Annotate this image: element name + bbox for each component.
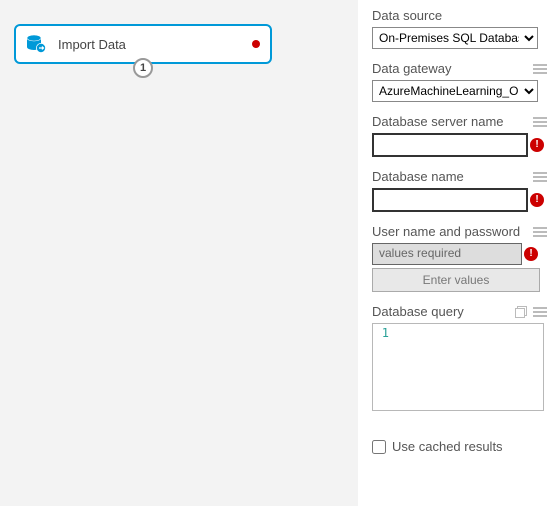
query-text[interactable] xyxy=(393,324,543,410)
field-data-gateway: Data gateway AzureMachineLearning_On xyxy=(372,61,547,102)
field-cached: Use cached results xyxy=(372,439,547,454)
line-number: 1 xyxy=(373,324,393,410)
popout-icon[interactable] xyxy=(515,306,527,318)
label-db-name: Database name xyxy=(372,169,464,184)
input-db-name[interactable] xyxy=(372,188,528,212)
database-import-icon xyxy=(24,32,48,56)
properties-panel: Data source On-Premises SQL Database Dat… xyxy=(358,0,559,506)
label-data-gateway: Data gateway xyxy=(372,61,452,76)
select-data-gateway[interactable]: AzureMachineLearning_On xyxy=(372,80,538,102)
credentials-status: values required xyxy=(372,243,522,265)
module-output-port[interactable]: 1 xyxy=(133,58,153,78)
enter-values-button[interactable]: Enter values xyxy=(372,268,540,292)
select-data-source[interactable]: On-Premises SQL Database xyxy=(372,27,538,49)
label-query: Database query xyxy=(372,304,464,319)
field-db-name: Database name xyxy=(372,169,547,212)
label-credentials: User name and password xyxy=(372,224,520,239)
error-icon xyxy=(524,247,538,261)
menu-icon[interactable] xyxy=(533,227,547,237)
label-data-source: Data source xyxy=(372,8,442,23)
menu-icon[interactable] xyxy=(533,307,547,317)
menu-icon[interactable] xyxy=(533,64,547,74)
input-server-name[interactable] xyxy=(372,133,528,157)
field-credentials: User name and password values required E… xyxy=(372,224,547,292)
label-use-cached: Use cached results xyxy=(392,439,503,454)
error-icon xyxy=(252,40,260,48)
menu-icon[interactable] xyxy=(533,172,547,182)
label-server-name: Database server name xyxy=(372,114,504,129)
error-icon xyxy=(530,138,544,152)
menu-icon[interactable] xyxy=(533,117,547,127)
checkbox-use-cached[interactable] xyxy=(372,440,386,454)
field-server-name: Database server name xyxy=(372,114,547,157)
canvas-area[interactable]: Import Data 1 xyxy=(0,0,358,506)
field-data-source: Data source On-Premises SQL Database xyxy=(372,8,547,49)
error-icon xyxy=(530,193,544,207)
query-editor[interactable]: 1 xyxy=(372,323,544,411)
field-query: Database query 1 xyxy=(372,304,547,411)
module-label: Import Data xyxy=(58,37,252,52)
